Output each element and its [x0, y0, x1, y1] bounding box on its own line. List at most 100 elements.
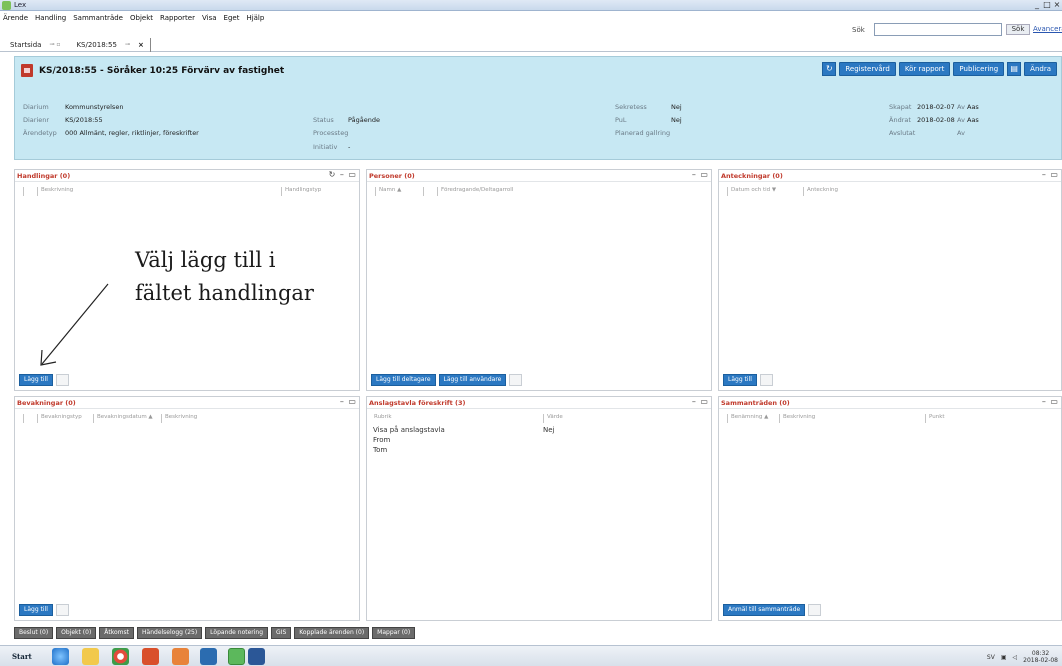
- menu-handling[interactable]: Handling: [32, 14, 70, 22]
- close-button[interactable]: ×: [1052, 0, 1062, 10]
- column-header[interactable]: Namn ▲: [375, 187, 417, 196]
- export-icon[interactable]: [759, 374, 773, 386]
- folder-icon[interactable]: [82, 648, 99, 665]
- add-watch-button[interactable]: Lägg till: [19, 604, 53, 616]
- column-headers: Datum och tid ▼ Anteckning: [727, 187, 1053, 196]
- column-header[interactable]: Föredragande/Deltagarroll: [437, 187, 513, 196]
- title-bar: Lex _ □ ×: [0, 0, 1062, 11]
- tab-atkomst[interactable]: Åtkomst: [99, 627, 135, 639]
- panel-controls[interactable]: – ▭: [1042, 170, 1059, 179]
- column-headers: Bevakningstyp Bevakningsdatum ▲ Beskrivn…: [23, 414, 351, 423]
- field-avslutat: Avslutat Av: [889, 129, 965, 137]
- clock[interactable]: 08:32 2018-02-08: [1023, 650, 1058, 664]
- tab-objekt[interactable]: Objekt (0): [56, 627, 97, 639]
- annotation-arrow-icon: [40, 283, 109, 366]
- field-skapat: Skapat 2018-02-07 Av Aas: [889, 103, 979, 111]
- taskbar: Start SV ▣ ◁ 08:32 2018-02-08: [0, 645, 1062, 666]
- ie-icon[interactable]: [52, 648, 69, 665]
- panel-sammantraden: Sammanträden (0) – ▭ Benämning ▲ Beskrivn…: [718, 396, 1062, 621]
- column-header[interactable]: Punkt: [925, 414, 945, 423]
- lex-app-icon[interactable]: [228, 648, 245, 665]
- tab-lopande-notering[interactable]: Löpande notering: [205, 627, 269, 639]
- tab-beslut[interactable]: Beslut (0): [14, 627, 54, 639]
- field-initiativ: Initiativ -: [313, 143, 351, 151]
- lync-icon[interactable]: [200, 648, 217, 665]
- add-user-button[interactable]: Lägg till användare: [438, 374, 507, 386]
- panel-controls[interactable]: – ▭: [340, 397, 357, 406]
- menu-eget[interactable]: Eget: [221, 14, 244, 22]
- column-header[interactable]: Handlingstyp: [281, 187, 321, 196]
- print-icon[interactable]: ▤: [1007, 62, 1022, 76]
- select-column[interactable]: [23, 187, 31, 196]
- column-header[interactable]: Beskrivning: [37, 187, 275, 196]
- table-row[interactable]: Visa på anslagstavla Nej: [373, 426, 555, 436]
- outlook-icon[interactable]: [172, 648, 189, 665]
- tab-startsida[interactable]: Startsida ⊸ ▫: [0, 38, 66, 52]
- export-icon[interactable]: [808, 604, 822, 616]
- field-gallring: Planerad gallring: [615, 129, 671, 137]
- menu-hjalp[interactable]: Hjälp: [243, 14, 268, 22]
- menu-visa[interactable]: Visa: [199, 14, 221, 22]
- export-icon[interactable]: [55, 604, 69, 616]
- menu-objekt[interactable]: Objekt: [127, 14, 157, 22]
- tab-gis[interactable]: GIS: [271, 627, 292, 639]
- table-row[interactable]: Tom: [373, 446, 555, 456]
- panel-controls[interactable]: – ▭: [1042, 397, 1059, 406]
- column-header[interactable]: Datum och tid ▼: [727, 187, 797, 196]
- pin-icon[interactable]: ⊸ ▫: [49, 41, 60, 48]
- add-note-button[interactable]: Lägg till: [723, 374, 757, 386]
- panel-title: Bevakningar (0): [17, 399, 76, 407]
- search-input[interactable]: [874, 23, 1002, 36]
- panel-personer: Personer (0) – ▭ Namn ▲ Föredragande/Delt…: [366, 169, 712, 391]
- column-header[interactable]: Beskrivning: [779, 414, 919, 423]
- column-header[interactable]: Bevakningsdatum ▲: [93, 414, 155, 423]
- run-report-button[interactable]: Kör rapport: [898, 62, 951, 76]
- scanner-icon[interactable]: [55, 374, 69, 386]
- search-button[interactable]: Sök: [1006, 24, 1030, 35]
- case-header: KS/2018:55 - Söråker 10:25 Förvärv av fa…: [14, 56, 1062, 160]
- word-icon[interactable]: [248, 648, 265, 665]
- column-header[interactable]: Benämning ▲: [727, 414, 773, 423]
- app-icon[interactable]: [142, 648, 159, 665]
- panel-controls[interactable]: ↻ – ▭: [329, 170, 357, 179]
- publicering-button[interactable]: Publicering: [953, 62, 1005, 76]
- advanced-search-link[interactable]: Avancerad söknin: [1033, 25, 1062, 33]
- tab-case[interactable]: KS/2018:55 ⊸ ×: [66, 37, 151, 52]
- menu-sammantrade[interactable]: Sammanträde: [70, 14, 127, 22]
- register-meeting-button[interactable]: Anmäl till sammanträde: [723, 604, 806, 616]
- add-participant-button[interactable]: Lägg till deltagare: [371, 374, 436, 386]
- tab-handelselogg[interactable]: Händelselogg (25): [137, 627, 203, 639]
- column-header[interactable]: Anteckning: [803, 187, 838, 196]
- field-processteg: Processteg: [313, 129, 349, 137]
- column-divider: [423, 187, 431, 196]
- volume-icon[interactable]: ◁: [1013, 654, 1018, 661]
- menu-arende[interactable]: Ärende: [0, 14, 32, 22]
- field-sekretess: Sekretess Nej: [615, 103, 682, 111]
- table-row[interactable]: From: [373, 436, 555, 446]
- maximize-button[interactable]: □: [1042, 0, 1052, 10]
- chrome-icon[interactable]: [112, 648, 129, 665]
- minimize-button[interactable]: _: [1032, 0, 1042, 10]
- close-tab-icon[interactable]: ×: [138, 41, 144, 49]
- panel-controls[interactable]: – ▭: [692, 170, 709, 179]
- column-header[interactable]: Rubrik: [371, 414, 537, 423]
- column-header[interactable]: Bevakningstyp: [37, 414, 87, 423]
- network-icon[interactable]: ▣: [1001, 654, 1007, 661]
- export-icon[interactable]: [509, 374, 523, 386]
- registervard-button[interactable]: Registervård: [839, 62, 896, 76]
- tab-mappar[interactable]: Mappar (0): [372, 627, 416, 639]
- tab-kopplade-arenden[interactable]: Kopplade ärenden (0): [294, 627, 370, 639]
- language-indicator[interactable]: SV: [987, 654, 995, 661]
- column-header[interactable]: Värde: [543, 414, 563, 423]
- pin-icon[interactable]: ⊸: [125, 41, 130, 48]
- panel-controls[interactable]: – ▭: [692, 397, 709, 406]
- column-headers: Namn ▲ Föredragande/Deltagarroll: [375, 187, 703, 196]
- start-button[interactable]: Start: [12, 649, 40, 664]
- instruction-annotation: Välj lägg till i fältet handlingar: [135, 244, 314, 310]
- menu-rapporter[interactable]: Rapporter: [157, 14, 199, 22]
- refresh-icon[interactable]: ↻: [822, 62, 837, 76]
- column-header[interactable]: Beskrivning: [161, 414, 197, 423]
- edit-button[interactable]: Ändra: [1024, 62, 1057, 76]
- select-column[interactable]: [23, 414, 31, 423]
- add-handling-button[interactable]: Lägg till: [19, 374, 53, 386]
